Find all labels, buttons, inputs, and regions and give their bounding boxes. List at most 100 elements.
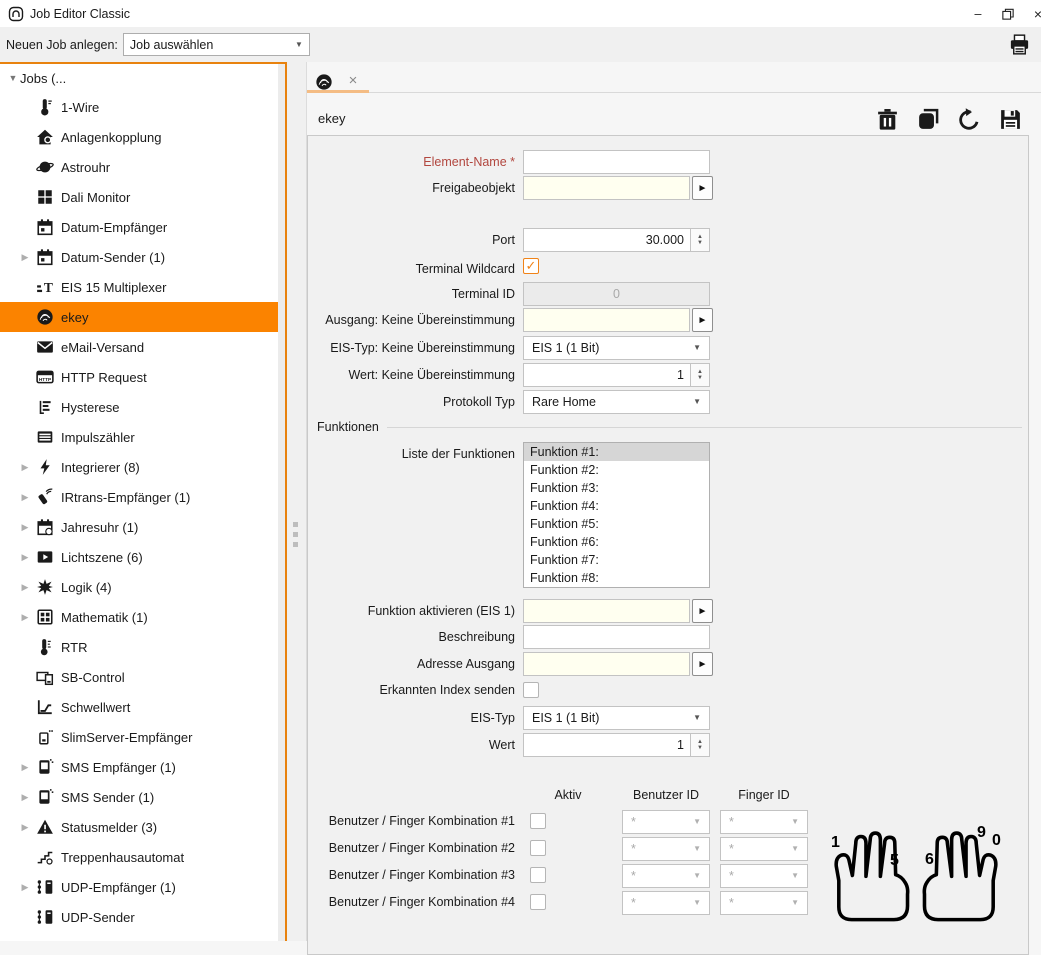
funktion-list-item[interactable]: Funktion #8: [524,569,709,587]
kombination-aktiv-checkbox-4[interactable] [530,894,546,910]
sidebar-item-integrierer-8[interactable]: ▶Integrierer (8) [0,452,285,482]
funktion-list-item[interactable]: Funktion #7: [524,551,709,569]
sidebar-item-udp-empf-nger-1[interactable]: ▶ UDP-Empfänger (1) [0,872,285,902]
chevron-collapsed-icon[interactable]: ▶ [18,522,32,533]
chevron-collapsed-icon[interactable]: ▶ [18,822,32,833]
close-button[interactable]: × [1023,0,1041,27]
chevron-collapsed-icon[interactable]: ▶ [18,882,32,893]
fingerprint-icon [315,80,333,94]
eistyp-keine-dropdown[interactable]: EIS 1 (1 Bit)▼ [523,336,710,360]
sidebar-item-statusmelder-3[interactable]: ▶Statusmelder (3) [0,812,285,842]
minimize-button[interactable]: – [963,0,993,27]
tree-root-jobs[interactable]: ▼ Jobs (... [0,64,285,92]
sidebar-item-label: Treppenhausautomat [61,850,184,865]
terminal-wildcard-checkbox[interactable]: ✓ [523,258,539,274]
kombination-aktiv-checkbox-2[interactable] [530,840,546,856]
chevron-down-icon: ▼ [693,398,701,406]
tab-close-icon[interactable]: × [344,72,362,90]
chevron-collapsed-icon[interactable]: ▶ [18,582,32,593]
ausgang-keine-pick-button[interactable]: ► [692,308,713,332]
sidebar-item-astrouhr[interactable]: Astrouhr [0,152,285,182]
port-input[interactable]: 30.000 [523,228,691,252]
display-icon [36,668,54,686]
sidebar-item-slimserver-empf-nger[interactable]: SlimServer-Empfänger [0,722,285,752]
erkannten-index-checkbox[interactable] [523,682,539,698]
sidebar-item-datum-empf-nger[interactable]: Datum-Empfänger [0,212,285,242]
chevron-collapsed-icon[interactable]: ▶ [18,612,32,623]
wert-keine-input[interactable]: 1 [523,363,691,387]
sidebar-item-sms-sender-1[interactable]: ▶SMS Sender (1) [0,782,285,812]
sidebar-item-sms-empf-nger-1[interactable]: ▶SMS Empfänger (1) [0,752,285,782]
protokoll-typ-dropdown[interactable]: Rare Home▼ [523,390,710,414]
sidebar-item-sb-control[interactable]: SB-Control [0,662,285,692]
funktionen-listbox[interactable]: Funktion #1:Funktion #2:Funktion #3:Funk… [523,442,710,588]
sidebar-item-impulsz-hler[interactable]: Impulszähler [0,422,285,452]
ausgang-keine-input[interactable] [523,308,690,332]
dali-grid-icon [36,188,54,206]
adresse-ausgang-pick-button[interactable]: ► [692,652,713,676]
sidebar-item-datum-sender-1[interactable]: ▶Datum-Sender (1) [0,242,285,272]
tree-root-label: Jobs (... [20,71,66,86]
delete-button[interactable] [875,107,900,132]
eis-typ-dropdown[interactable]: EIS 1 (1 Bit)▼ [523,706,710,730]
funktion-list-item[interactable]: Funktion #2: [524,461,709,479]
sidebar-item-label: UDP-Empfänger (1) [61,880,176,895]
calculator-icon [36,608,54,626]
chevron-collapsed-icon[interactable]: ▶ [18,552,32,563]
funktion-list-item[interactable]: Funktion #3: [524,479,709,497]
freigabeobjekt-input[interactable] [523,176,690,200]
restore-button[interactable] [993,0,1023,27]
sidebar-item-irtrans-empf-nger-1[interactable]: ▶IRtrans-Empfänger (1) [0,482,285,512]
kombination-aktiv-checkbox-3[interactable] [530,867,546,883]
wert-input[interactable]: 1 [523,733,691,757]
funktion-aktivieren-pick-button[interactable]: ► [692,599,713,623]
wert-label: Wert [320,733,515,757]
sidebar-item-treppenhausautomat[interactable]: Treppenhausautomat [0,842,285,872]
sidebar-item-eis-15-multiplexer[interactable]: TEIS 15 Multiplexer [0,272,285,302]
udp-icon [36,908,54,926]
funktion-list-item[interactable]: Funktion #1: [524,443,709,461]
sidebar-item-dali-monitor[interactable]: Dali Monitor [0,182,285,212]
chevron-collapsed-icon[interactable]: ▶ [18,762,32,773]
undo-button[interactable] [957,107,982,132]
funktion-list-item[interactable]: Funktion #4: [524,497,709,515]
sidebar-item-http-request[interactable]: HTTPHTTP Request [0,362,285,392]
chevron-collapsed-icon[interactable]: ▶ [18,252,32,263]
sidebar-item-udp-sender[interactable]: UDP-Sender [0,902,285,932]
job-select-dropdown[interactable]: Job auswählen ▼ [123,33,310,56]
funktion-list-item[interactable]: Funktion #5: [524,515,709,533]
sidebar-item-email-versand[interactable]: eMail-Versand [0,332,285,362]
sidebar-splitter[interactable] [287,62,306,941]
port-spinner[interactable]: ▲▼ [691,228,710,252]
sidebar-item-rtr[interactable]: RTR [0,632,285,662]
copy-button[interactable] [916,107,941,132]
funktion-list-item[interactable]: Funktion #6: [524,533,709,551]
chevron-down-icon: ▼ [791,845,799,853]
sidebar-item-mathematik-1[interactable]: ▶Mathematik (1) [0,602,285,632]
sidebar-item-anlagenkopplung[interactable]: Anlagenkopplung [0,122,285,152]
wert-spinner[interactable]: ▲▼ [691,733,710,757]
sidebar-scrollbar[interactable] [278,64,285,941]
save-icon [998,121,1023,135]
sidebar-item-ekey[interactable]: ekey [0,302,285,332]
freigabeobjekt-pick-button[interactable]: ► [692,176,713,200]
print-button[interactable] [1008,33,1031,56]
sidebar-item-hysterese[interactable]: Hysterese [0,392,285,422]
sidebar-item-schwellwert[interactable]: Schwellwert [0,692,285,722]
kombination-aktiv-checkbox-1[interactable] [530,813,546,829]
sidebar-item-logik-4[interactable]: ▶Logik (4) [0,572,285,602]
save-button[interactable] [998,107,1023,132]
adresse-ausgang-input[interactable] [523,652,690,676]
chevron-collapsed-icon[interactable]: ▶ [18,792,32,803]
sidebar-item-lichtszene-6[interactable]: ▶Lichtszene (6) [0,542,285,572]
beschreibung-input[interactable] [523,625,710,649]
chevron-collapsed-icon[interactable]: ▶ [18,492,32,503]
wert-keine-spinner[interactable]: ▲▼ [691,363,710,387]
element-name-input[interactable] [523,150,710,174]
tab-ekey[interactable] [315,73,333,91]
sidebar-item-1-wire[interactable]: 1-Wire [0,92,285,122]
funktion-aktivieren-input[interactable] [523,599,690,623]
sidebar-item-jahresuhr-1[interactable]: ▶Jahresuhr (1) [0,512,285,542]
kombination-label-3: Benutzer / Finger Kombination #3 [320,863,515,887]
chevron-collapsed-icon[interactable]: ▶ [18,462,32,473]
